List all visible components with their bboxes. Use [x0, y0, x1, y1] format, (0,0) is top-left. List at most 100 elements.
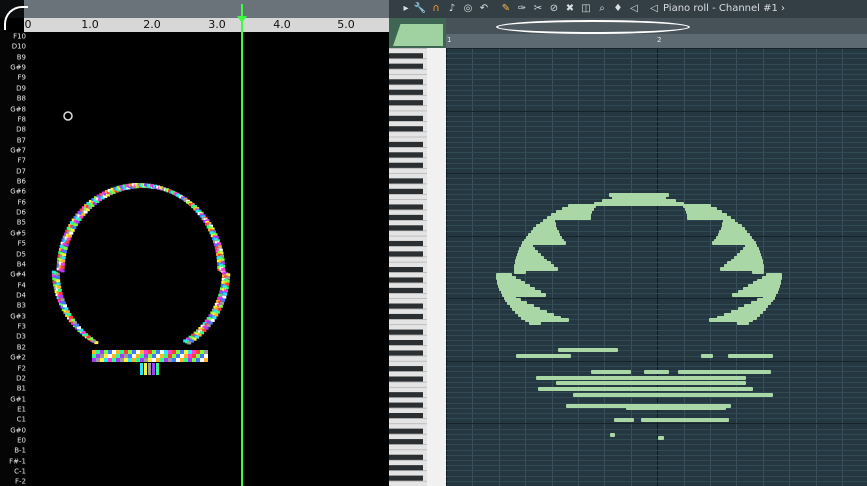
black-key[interactable]: [389, 454, 423, 460]
zoom-icon[interactable]: ⌕: [595, 0, 609, 18]
midi-note[interactable]: [699, 418, 729, 422]
black-key[interactable]: [389, 53, 423, 59]
black-key[interactable]: [389, 178, 423, 184]
note-icon[interactable]: ♪: [445, 0, 459, 18]
pencil-icon[interactable]: ✎: [499, 0, 513, 18]
midi-note[interactable]: [610, 433, 615, 437]
black-key[interactable]: [389, 214, 423, 221]
midi-note[interactable]: [556, 381, 746, 385]
black-key[interactable]: [389, 376, 423, 382]
black-key[interactable]: [389, 465, 423, 471]
piano-roll-timeline[interactable]: 1 2: [446, 18, 867, 48]
midi-note[interactable]: [736, 321, 749, 326]
black-key[interactable]: [389, 204, 423, 210]
midi-note[interactable]: [644, 370, 669, 374]
grid-row-line: [446, 313, 867, 315]
black-key[interactable]: [389, 413, 423, 419]
black-key[interactable]: [389, 79, 423, 85]
outline-bottom-band: [108, 354, 112, 358]
black-key[interactable]: [389, 225, 423, 231]
grid-row-line: [446, 162, 867, 164]
outline-bottom-band: [112, 354, 116, 358]
outline-bottom-band: [112, 350, 116, 354]
black-key[interactable]: [389, 115, 423, 121]
midi-note[interactable]: [591, 370, 631, 374]
black-key[interactable]: [389, 162, 423, 168]
midi-note[interactable]: [573, 393, 773, 397]
black-key[interactable]: [389, 428, 423, 434]
piano-keyboard[interactable]: [389, 48, 446, 486]
outline-segment: [56, 279, 61, 283]
midi-note[interactable]: [536, 376, 746, 380]
black-key[interactable]: [389, 240, 423, 247]
outline-bottom-band: [144, 350, 148, 354]
black-key[interactable]: [389, 287, 423, 294]
black-key[interactable]: [389, 267, 423, 273]
black-key[interactable]: [389, 439, 423, 445]
magnet-icon[interactable]: ∩: [429, 0, 443, 18]
grid-row-line: [446, 188, 867, 190]
playhead-line[interactable]: [241, 4, 243, 486]
midi-note[interactable]: [752, 269, 764, 274]
grid-row-line: [446, 267, 867, 268]
arrow-right-icon[interactable]: ▸: [399, 0, 413, 18]
speaker-small-icon[interactable]: ◁: [647, 0, 661, 18]
midi-note[interactable]: [529, 321, 542, 326]
midi-note[interactable]: [558, 348, 618, 352]
midi-note[interactable]: [711, 370, 771, 374]
black-key[interactable]: [389, 89, 423, 95]
midi-note[interactable]: [594, 201, 684, 206]
brush-icon[interactable]: ✑: [515, 0, 529, 18]
mute-icon[interactable]: ⊘: [547, 0, 561, 18]
outline-bottom-band: [156, 350, 160, 354]
outline-bottom-band: [120, 354, 124, 358]
black-key[interactable]: [389, 100, 423, 106]
midi-note[interactable]: [658, 436, 664, 440]
select-icon[interactable]: ◫: [579, 0, 593, 18]
midi-note[interactable]: [728, 354, 773, 358]
midi-note[interactable]: [516, 354, 571, 358]
black-key[interactable]: [389, 475, 423, 481]
midi-note[interactable]: [614, 418, 634, 422]
midi-note[interactable]: [678, 370, 713, 374]
black-key[interactable]: [389, 313, 423, 320]
target-icon[interactable]: ◎: [461, 0, 475, 18]
midi-note[interactable]: [701, 354, 713, 358]
grid-row-line: [446, 53, 867, 55]
black-key[interactable]: [389, 251, 423, 257]
black-key[interactable]: [389, 340, 423, 346]
black-key[interactable]: [389, 366, 423, 372]
black-key[interactable]: [389, 152, 423, 158]
stamp-icon[interactable]: ♦: [611, 0, 625, 18]
outline-bottom-band: [128, 358, 132, 362]
piano-roll-grid[interactable]: [446, 48, 867, 486]
wrench-icon[interactable]: 🔧: [413, 0, 427, 18]
outline-bottom-band: [184, 358, 188, 362]
black-key[interactable]: [389, 392, 423, 398]
black-key[interactable]: [389, 141, 423, 148]
outline-bottom-band: [204, 358, 208, 362]
piano-roll-tool-panel[interactable]: [389, 18, 446, 48]
black-key[interactable]: [389, 126, 423, 132]
outline-bottom-band: [104, 350, 108, 354]
outline-bottom-band: [196, 350, 200, 354]
midi-note[interactable]: [514, 269, 526, 274]
outline-bottom-band: [152, 350, 156, 354]
piano-roll-title[interactable]: Piano roll - Channel #1 ›: [663, 0, 785, 18]
speaker-icon[interactable]: ◁: [627, 0, 641, 18]
outline-bottom-band: [148, 354, 152, 358]
black-key[interactable]: [389, 402, 423, 408]
midi-note[interactable]: [538, 387, 753, 391]
scissors-icon[interactable]: ✂: [531, 0, 545, 18]
playhead-marker[interactable]: [237, 16, 247, 23]
black-key[interactable]: [389, 277, 423, 283]
black-key[interactable]: [389, 350, 423, 356]
black-key[interactable]: [389, 303, 423, 309]
midi-note[interactable]: [566, 404, 731, 408]
black-key[interactable]: [389, 188, 423, 194]
black-key[interactable]: [389, 63, 423, 69]
visualizer-panel: 0 1.0 2.0 3.0 4.0 5.0 F10 D10 B9 G#9 F9 D9 B8 G#8 F8 D…: [0, 0, 389, 486]
black-key[interactable]: [389, 329, 423, 335]
undo-icon[interactable]: ↶: [477, 0, 491, 18]
delete-icon[interactable]: ✖: [563, 0, 577, 18]
